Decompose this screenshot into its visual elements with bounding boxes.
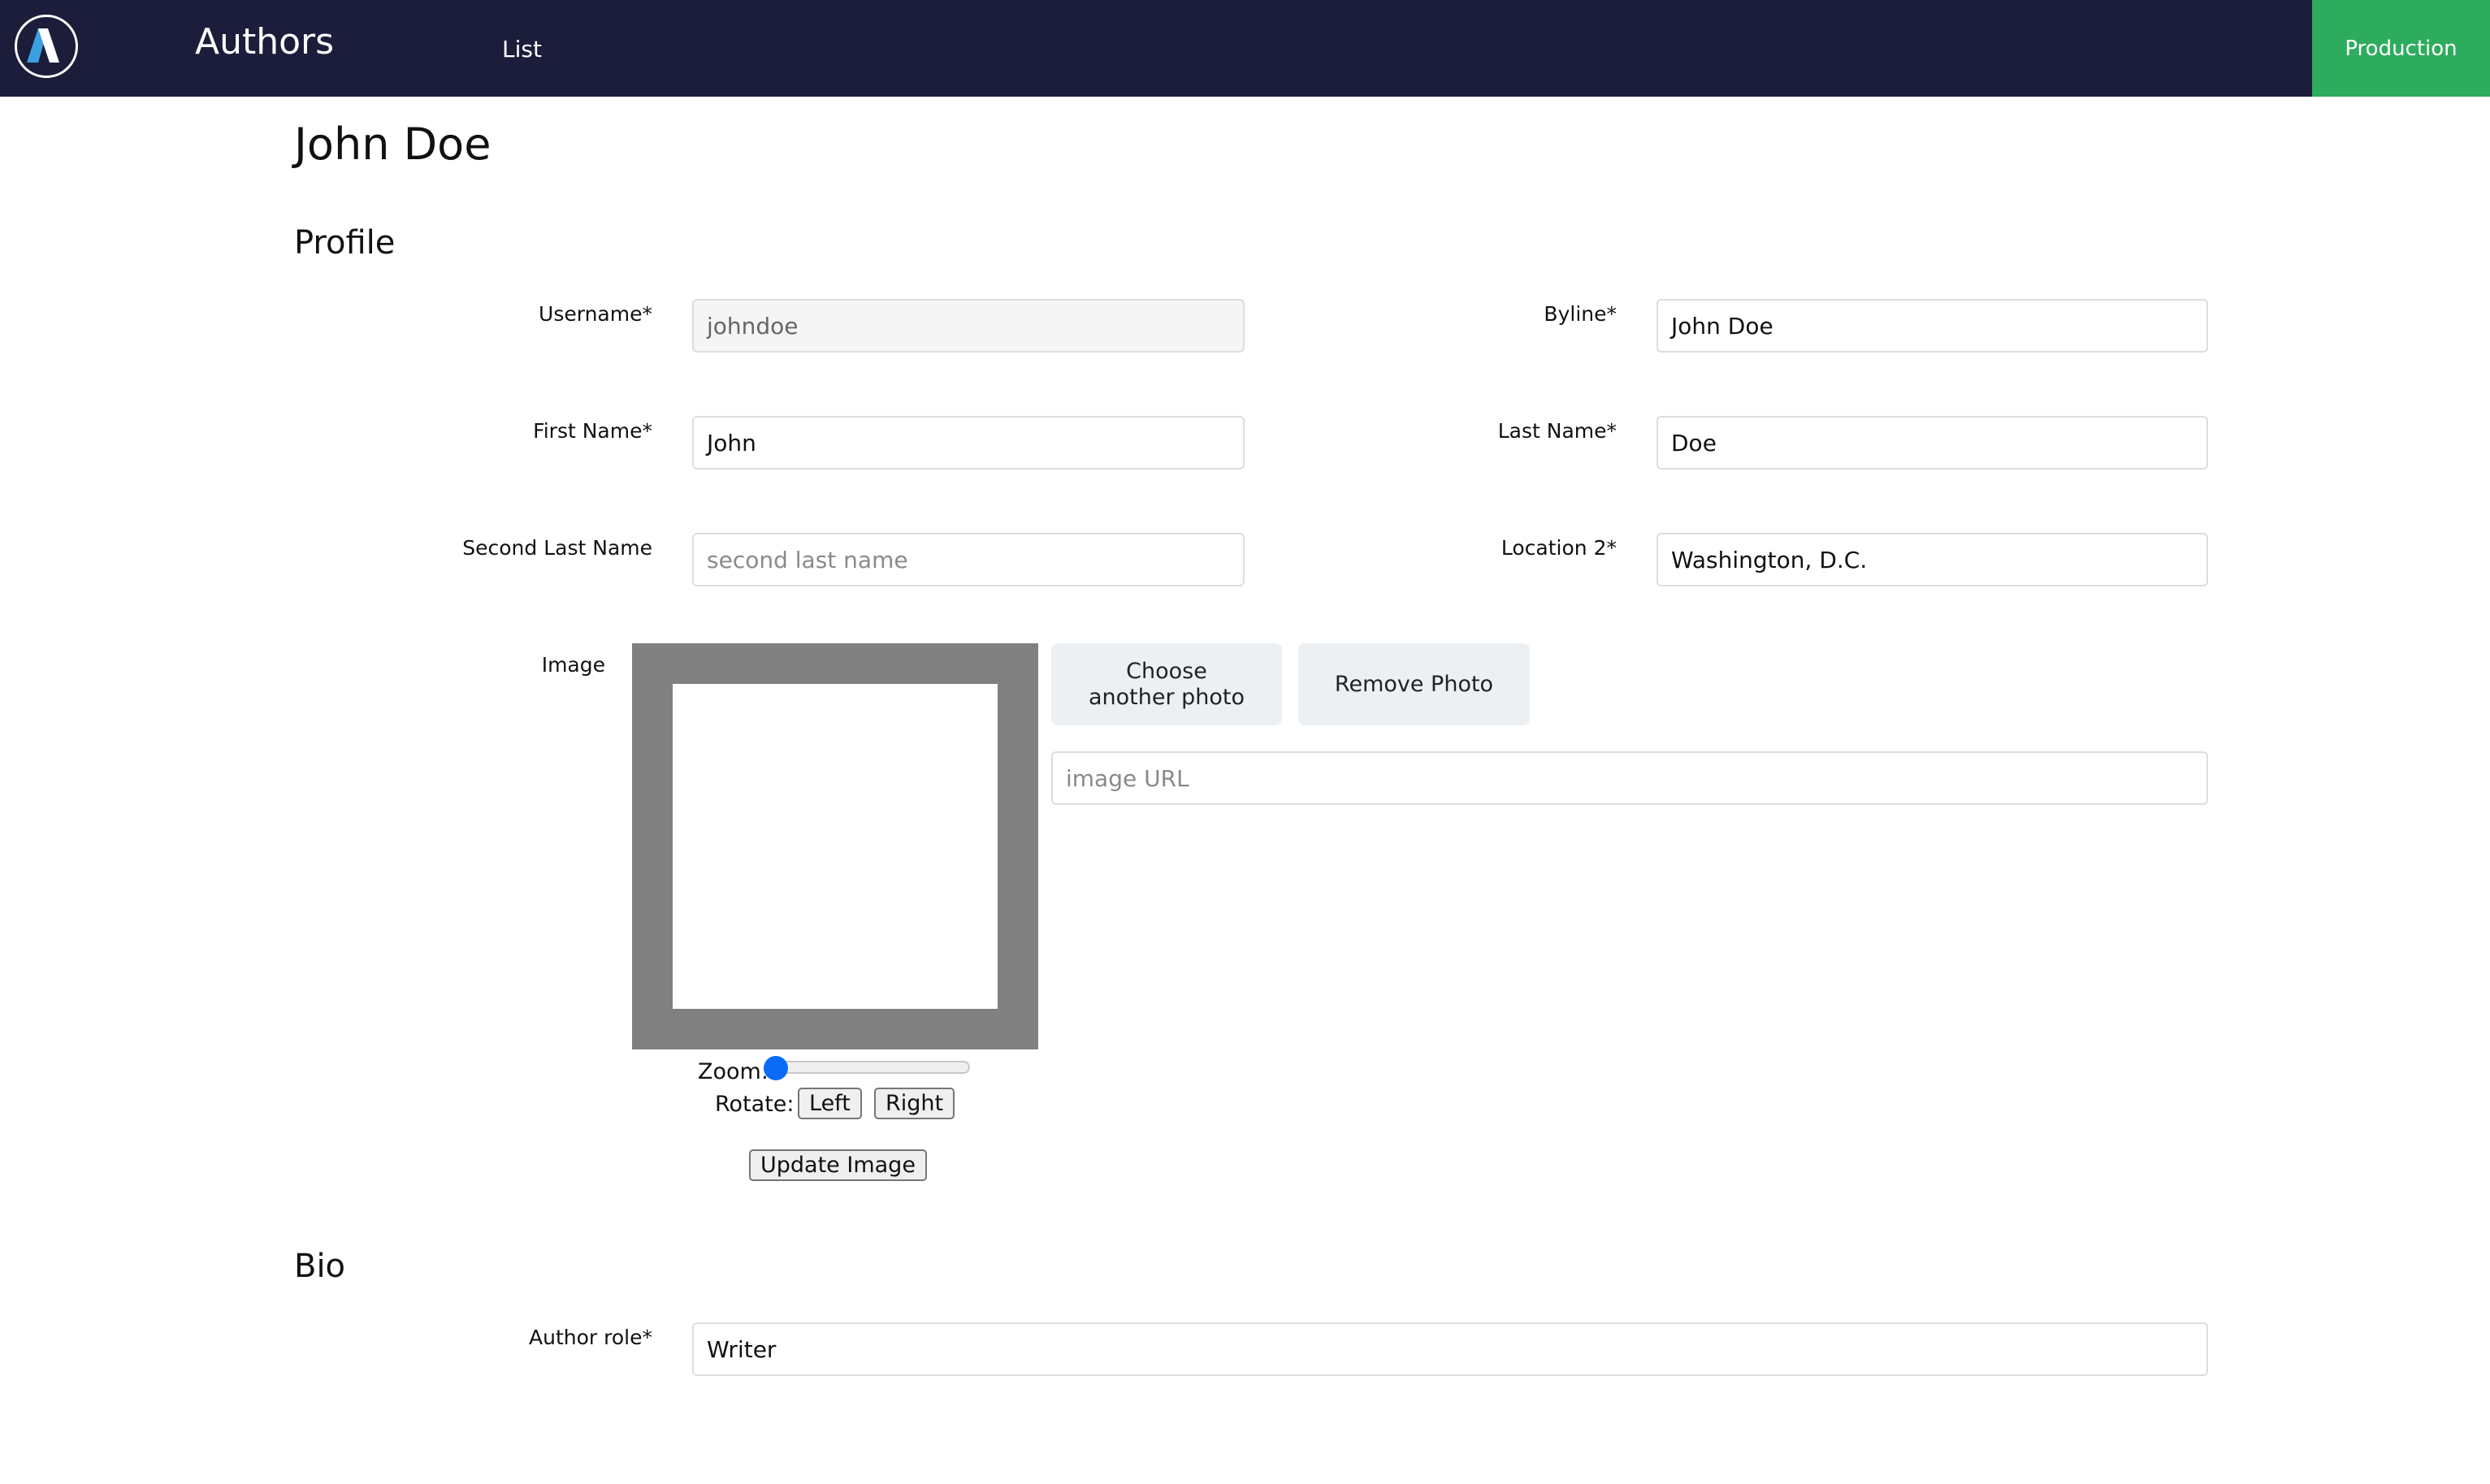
second-last-name-label: Second Last Name	[462, 536, 652, 560]
zoom-slider[interactable]	[773, 1061, 970, 1074]
image-label: Image	[541, 653, 605, 677]
byline-input[interactable]: John Doe	[1656, 299, 2208, 353]
second-last-name-input[interactable]: second last name	[692, 533, 1245, 586]
location-input[interactable]: Washington, D.C.	[1656, 533, 2208, 586]
choose-photo-line1: Choose	[1126, 658, 1207, 684]
remove-photo-button[interactable]: Remove Photo	[1298, 643, 1530, 725]
choose-photo-line2: another photo	[1088, 684, 1245, 710]
username-input[interactable]: johndoe	[692, 299, 1245, 353]
zoom-slider-thumb[interactable]	[764, 1056, 788, 1080]
author-role-label: Author role*	[529, 1326, 652, 1349]
first-name-input[interactable]: John	[692, 416, 1245, 469]
last-name-input[interactable]: Doe	[1656, 416, 2208, 469]
update-image-button[interactable]: Update Image	[749, 1149, 927, 1181]
rotate-right-button[interactable]: Right	[874, 1088, 955, 1119]
page-title: John Doe	[294, 119, 492, 170]
rotate-label: Rotate:	[715, 1092, 795, 1117]
username-label: Username*	[539, 302, 652, 326]
app-logo-icon[interactable]	[15, 15, 78, 78]
environment-badge[interactable]: Production	[2312, 0, 2490, 97]
profile-heading: Profile	[294, 224, 396, 262]
first-name-label: First Name*	[533, 419, 652, 443]
image-url-input[interactable]: image URL	[1051, 751, 2208, 805]
last-name-label: Last Name*	[1497, 419, 1617, 443]
author-role-input[interactable]: Writer	[692, 1322, 2208, 1376]
top-navbar: Authors List Production	[0, 0, 2490, 97]
image-cropper[interactable]	[632, 643, 1038, 1049]
crop-area[interactable]	[673, 684, 998, 1009]
nav-link-list[interactable]: List	[502, 36, 542, 63]
choose-photo-button[interactable]: Choose another photo	[1051, 643, 1282, 725]
app-title: Authors	[195, 21, 335, 63]
location-label: Location 2*	[1500, 536, 1617, 560]
zoom-label: Zoom:	[698, 1059, 769, 1084]
byline-label: Byline*	[1544, 302, 1617, 326]
bio-heading: Bio	[294, 1248, 346, 1285]
rotate-left-button[interactable]: Left	[798, 1088, 862, 1119]
